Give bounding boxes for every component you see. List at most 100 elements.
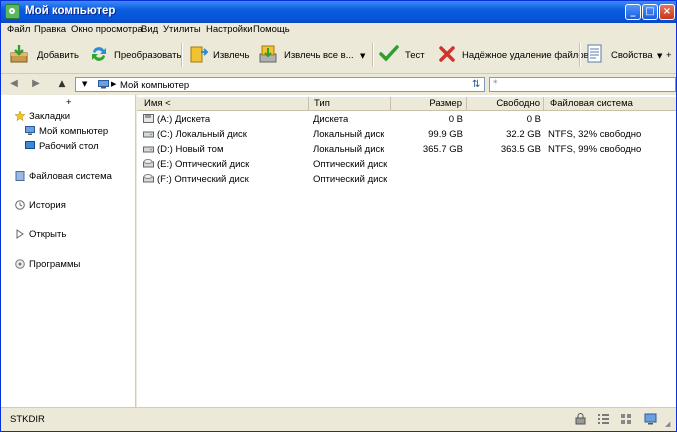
address-dropdown-icon[interactable]: ▼ [82,80,87,88]
extract-all-dropdown-icon[interactable]: ▼ [360,52,365,60]
resize-grip-icon[interactable]: ◢ [665,420,670,428]
extract-icon [190,46,208,63]
toolbar-separator [579,43,581,67]
menu-settings[interactable]: Настройки [206,24,253,35]
programs-item[interactable]: Программы [29,259,80,270]
bookmark-my-computer[interactable]: Мой компьютер [39,126,108,137]
drive-type: Оптический диск [313,174,388,185]
bookmarks-label[interactable]: Закладки [29,111,70,122]
extract-all-label: Извлечь все в... [284,50,354,61]
file-system-icon [15,171,25,181]
table-row[interactable]: (C:) Локальный диск Локальный диск 99.9 … [137,127,676,142]
menu-tools[interactable]: Утилиты [163,24,201,35]
convert-button[interactable]: Преобразовать [87,37,181,73]
add-label: Добавить [37,50,79,61]
local-disk-icon [143,131,154,138]
column-header-filesystem[interactable]: Файловая система [544,97,676,111]
drive-type: Оптический диск [313,159,388,170]
secure-delete-button[interactable]: Надёжное удаление файлов [437,37,589,73]
menu-help[interactable]: Помощь [253,24,290,35]
table-row[interactable]: (A:) Дискета Дискета 0 B 0 B [137,112,676,127]
navigation-panel: + Закладки Мой компьютер Рабочий стол Фа… [1,95,136,407]
table-row[interactable]: (F:) Оптический диск Оптический диск [137,172,676,187]
open-arrow-icon [16,229,24,239]
drive-filesystem: NTFS, 99% свободно [548,144,642,155]
app-window: Мой компьютер _ □ × Файл Правка Окно про… [0,0,677,432]
drive-type: Локальный диск [313,144,385,155]
toolbar-more-dropdown-icon[interactable]: ▼ [657,52,662,60]
search-input[interactable]: * [489,77,676,92]
local-disk-icon [143,146,154,153]
up-arrow-icon[interactable]: ▲ [55,77,69,91]
extract-button[interactable]: Извлечь [187,37,249,73]
menu-view[interactable]: Вид [141,24,158,35]
window-title: Мой компьютер [25,5,116,17]
computer-icon [98,80,109,89]
secure-delete-label: Надёжное удаление файлов [462,50,589,61]
desktop-icon [25,141,35,149]
properties-button[interactable]: Свойства [585,37,653,73]
address-bar: ◀ ▶ ▲ ▼ ▶ Мой компьютер ⇅ * [1,74,676,95]
title-bar[interactable]: Мой компьютер _ □ × [1,1,676,23]
file-system-item[interactable]: Файловая система [29,171,112,182]
drive-filesystem: NTFS, 32% свободно [548,129,642,140]
lock-icon[interactable] [574,413,587,425]
history-clock-icon [15,200,25,210]
convert-arrows-icon [92,47,106,61]
column-header-size[interactable]: Размер [391,97,467,111]
drive-size: 0 B [448,114,463,125]
column-header-type[interactable]: Тип [309,97,391,111]
refresh-icon[interactable]: ⇅ [472,79,480,90]
drive-size: 365.7 GB [422,144,463,155]
close-button[interactable]: × [659,4,675,20]
delete-x-icon [439,46,455,62]
search-placeholder: * [493,79,498,89]
add-bookmark-button[interactable]: + [66,97,72,108]
drive-name: (C:) Локальный диск [157,129,247,140]
tiles-view-icon[interactable] [620,413,633,425]
open-item[interactable]: Открыть [29,229,66,240]
programs-icon [15,259,25,269]
properties-document-icon [587,44,602,63]
toolbar-separator [372,43,374,67]
menu-view-window[interactable]: Окно просмотра [71,24,143,35]
add-button[interactable]: Добавить [7,37,79,73]
column-header-name[interactable]: Имя < [137,97,309,111]
computer-icon [25,126,35,135]
toolbar-more-button[interactable]: + [666,50,672,61]
drive-name: (E:) Оптический диск [157,159,250,170]
address-path: Мой компьютер [120,80,190,91]
table-row[interactable]: (D:) Новый том Локальный диск 365.7 GB 3… [137,142,676,157]
menu-edit[interactable]: Правка [34,24,66,35]
extract-all-icon [259,45,277,63]
menu-file[interactable]: Файл [7,24,30,35]
details-view-icon[interactable] [597,413,610,425]
drive-free: 363.5 GB [500,144,541,155]
toolbar-separator [181,43,183,67]
address-field[interactable]: ▼ ▶ Мой компьютер ⇅ [75,77,485,92]
drive-free: 0 B [526,114,541,125]
forward-icon[interactable]: ▶ [29,77,43,91]
back-icon[interactable]: ◀ [7,77,21,91]
drive-type: Локальный диск [313,129,385,140]
convert-label: Преобразовать [114,50,182,61]
breadcrumb-separator-icon: ▶ [111,80,117,88]
checkmark-icon [379,45,399,62]
star-icon [15,111,25,121]
floppy-drive-icon [143,114,154,123]
menu-bar: Файл Правка Окно просмотра Вид Утилиты Н… [1,23,676,37]
status-text: STKDIR [10,414,45,425]
properties-label: Свойства [611,50,653,61]
bookmark-desktop[interactable]: Рабочий стол [39,141,99,152]
test-button[interactable]: Тест [379,37,427,73]
drive-free: 32.2 GB [506,129,541,140]
optical-drive-icon [143,159,154,168]
history-item[interactable]: История [29,200,66,211]
maximize-button[interactable]: □ [642,4,658,20]
column-header-free[interactable]: Свободно [467,97,544,111]
extract-all-button[interactable]: Извлечь все в... ▼ [257,37,367,73]
minimize-button[interactable]: _ [625,4,641,20]
table-row[interactable]: (E:) Оптический диск Оптический диск [137,157,676,172]
thumbnail-view-icon[interactable] [644,413,657,425]
optical-drive-icon [143,174,154,183]
